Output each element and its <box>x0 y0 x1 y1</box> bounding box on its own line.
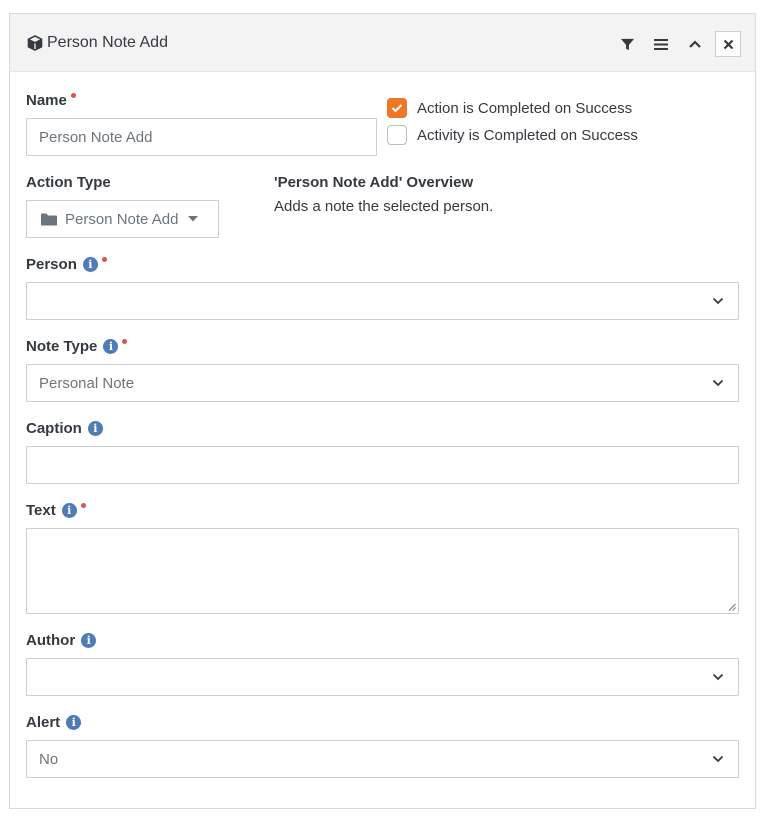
alert-select[interactable]: No <box>26 740 739 778</box>
close-icon <box>723 39 733 49</box>
name-input[interactable]: Person Note Add <box>26 118 377 156</box>
action-type-label: Action Type <box>26 174 111 191</box>
action-completed-checkbox[interactable] <box>387 98 407 118</box>
text-label-text: Text <box>26 502 56 519</box>
panel-header: Person Note Add <box>10 14 755 72</box>
action-type-value: Person Note Add <box>65 210 179 228</box>
collapse-button[interactable] <box>682 31 708 57</box>
chevron-up-icon <box>689 40 701 48</box>
action-completed-checkbox-row[interactable]: Action is Completed on Success <box>387 98 632 118</box>
activity-completed-checkbox-row[interactable]: Activity is Completed on Success <box>387 125 638 145</box>
person-label-text: Person <box>26 256 77 273</box>
note-type-label: Note Type i <box>26 338 128 355</box>
required-indicator <box>70 93 76 98</box>
chevron-down-icon <box>712 297 724 305</box>
close-button[interactable] <box>715 31 741 57</box>
caret-down-icon <box>188 216 199 222</box>
name-label: Name <box>26 92 76 109</box>
menu-icon <box>654 38 668 50</box>
workflow-action-panel: Person Note Add Name Person Note Add Act… <box>9 13 756 809</box>
author-label: Author i <box>26 632 97 649</box>
folder-icon <box>41 213 57 225</box>
caption-input[interactable] <box>26 446 739 484</box>
menu-button[interactable] <box>648 31 674 57</box>
filter-button[interactable] <box>614 31 640 57</box>
name-label-text: Name <box>26 92 67 109</box>
person-select[interactable] <box>26 282 739 320</box>
action-type-label-text: Action Type <box>26 174 111 191</box>
required-indicator <box>122 339 128 344</box>
cube-icon <box>27 35 43 51</box>
chevron-down-icon <box>712 379 724 387</box>
caption-label: Caption i <box>26 420 103 437</box>
info-icon[interactable]: i <box>103 339 119 354</box>
panel-title: Person Note Add <box>47 34 168 51</box>
resize-handle-icon[interactable] <box>728 603 736 611</box>
alert-label-text: Alert <box>26 714 61 731</box>
chevron-down-icon <box>712 755 724 763</box>
text-label: Text i <box>26 502 86 519</box>
text-textarea[interactable] <box>26 528 739 614</box>
info-icon[interactable]: i <box>81 633 97 648</box>
overview-description: Adds a note the selected person. <box>274 198 494 215</box>
note-type-select-value: Personal Note <box>39 374 135 392</box>
author-label-text: Author <box>26 632 76 649</box>
check-icon <box>391 104 403 113</box>
caption-label-text: Caption <box>26 420 82 437</box>
overview-title: 'Person Note Add' Overview <box>274 174 474 191</box>
info-icon[interactable]: i <box>66 715 82 730</box>
person-label: Person i <box>26 256 107 273</box>
note-type-label-text: Note Type <box>26 338 98 355</box>
name-input-value: Person Note Add <box>39 128 153 146</box>
info-icon[interactable]: i <box>87 421 103 436</box>
info-icon[interactable]: i <box>82 257 98 272</box>
alert-label: Alert i <box>26 714 82 731</box>
info-icon[interactable]: i <box>61 503 77 518</box>
activity-completed-label: Activity is Completed on Success <box>417 126 638 144</box>
filter-icon <box>620 38 634 50</box>
required-indicator <box>101 257 107 262</box>
action-completed-label: Action is Completed on Success <box>417 99 633 117</box>
activity-completed-checkbox[interactable] <box>387 125 407 145</box>
note-type-select[interactable]: Personal Note <box>26 364 739 402</box>
chevron-down-icon <box>712 673 724 681</box>
alert-select-value: No <box>39 750 59 768</box>
required-indicator <box>80 503 86 508</box>
author-select[interactable] <box>26 658 739 696</box>
action-type-dropdown[interactable]: Person Note Add <box>26 200 219 238</box>
